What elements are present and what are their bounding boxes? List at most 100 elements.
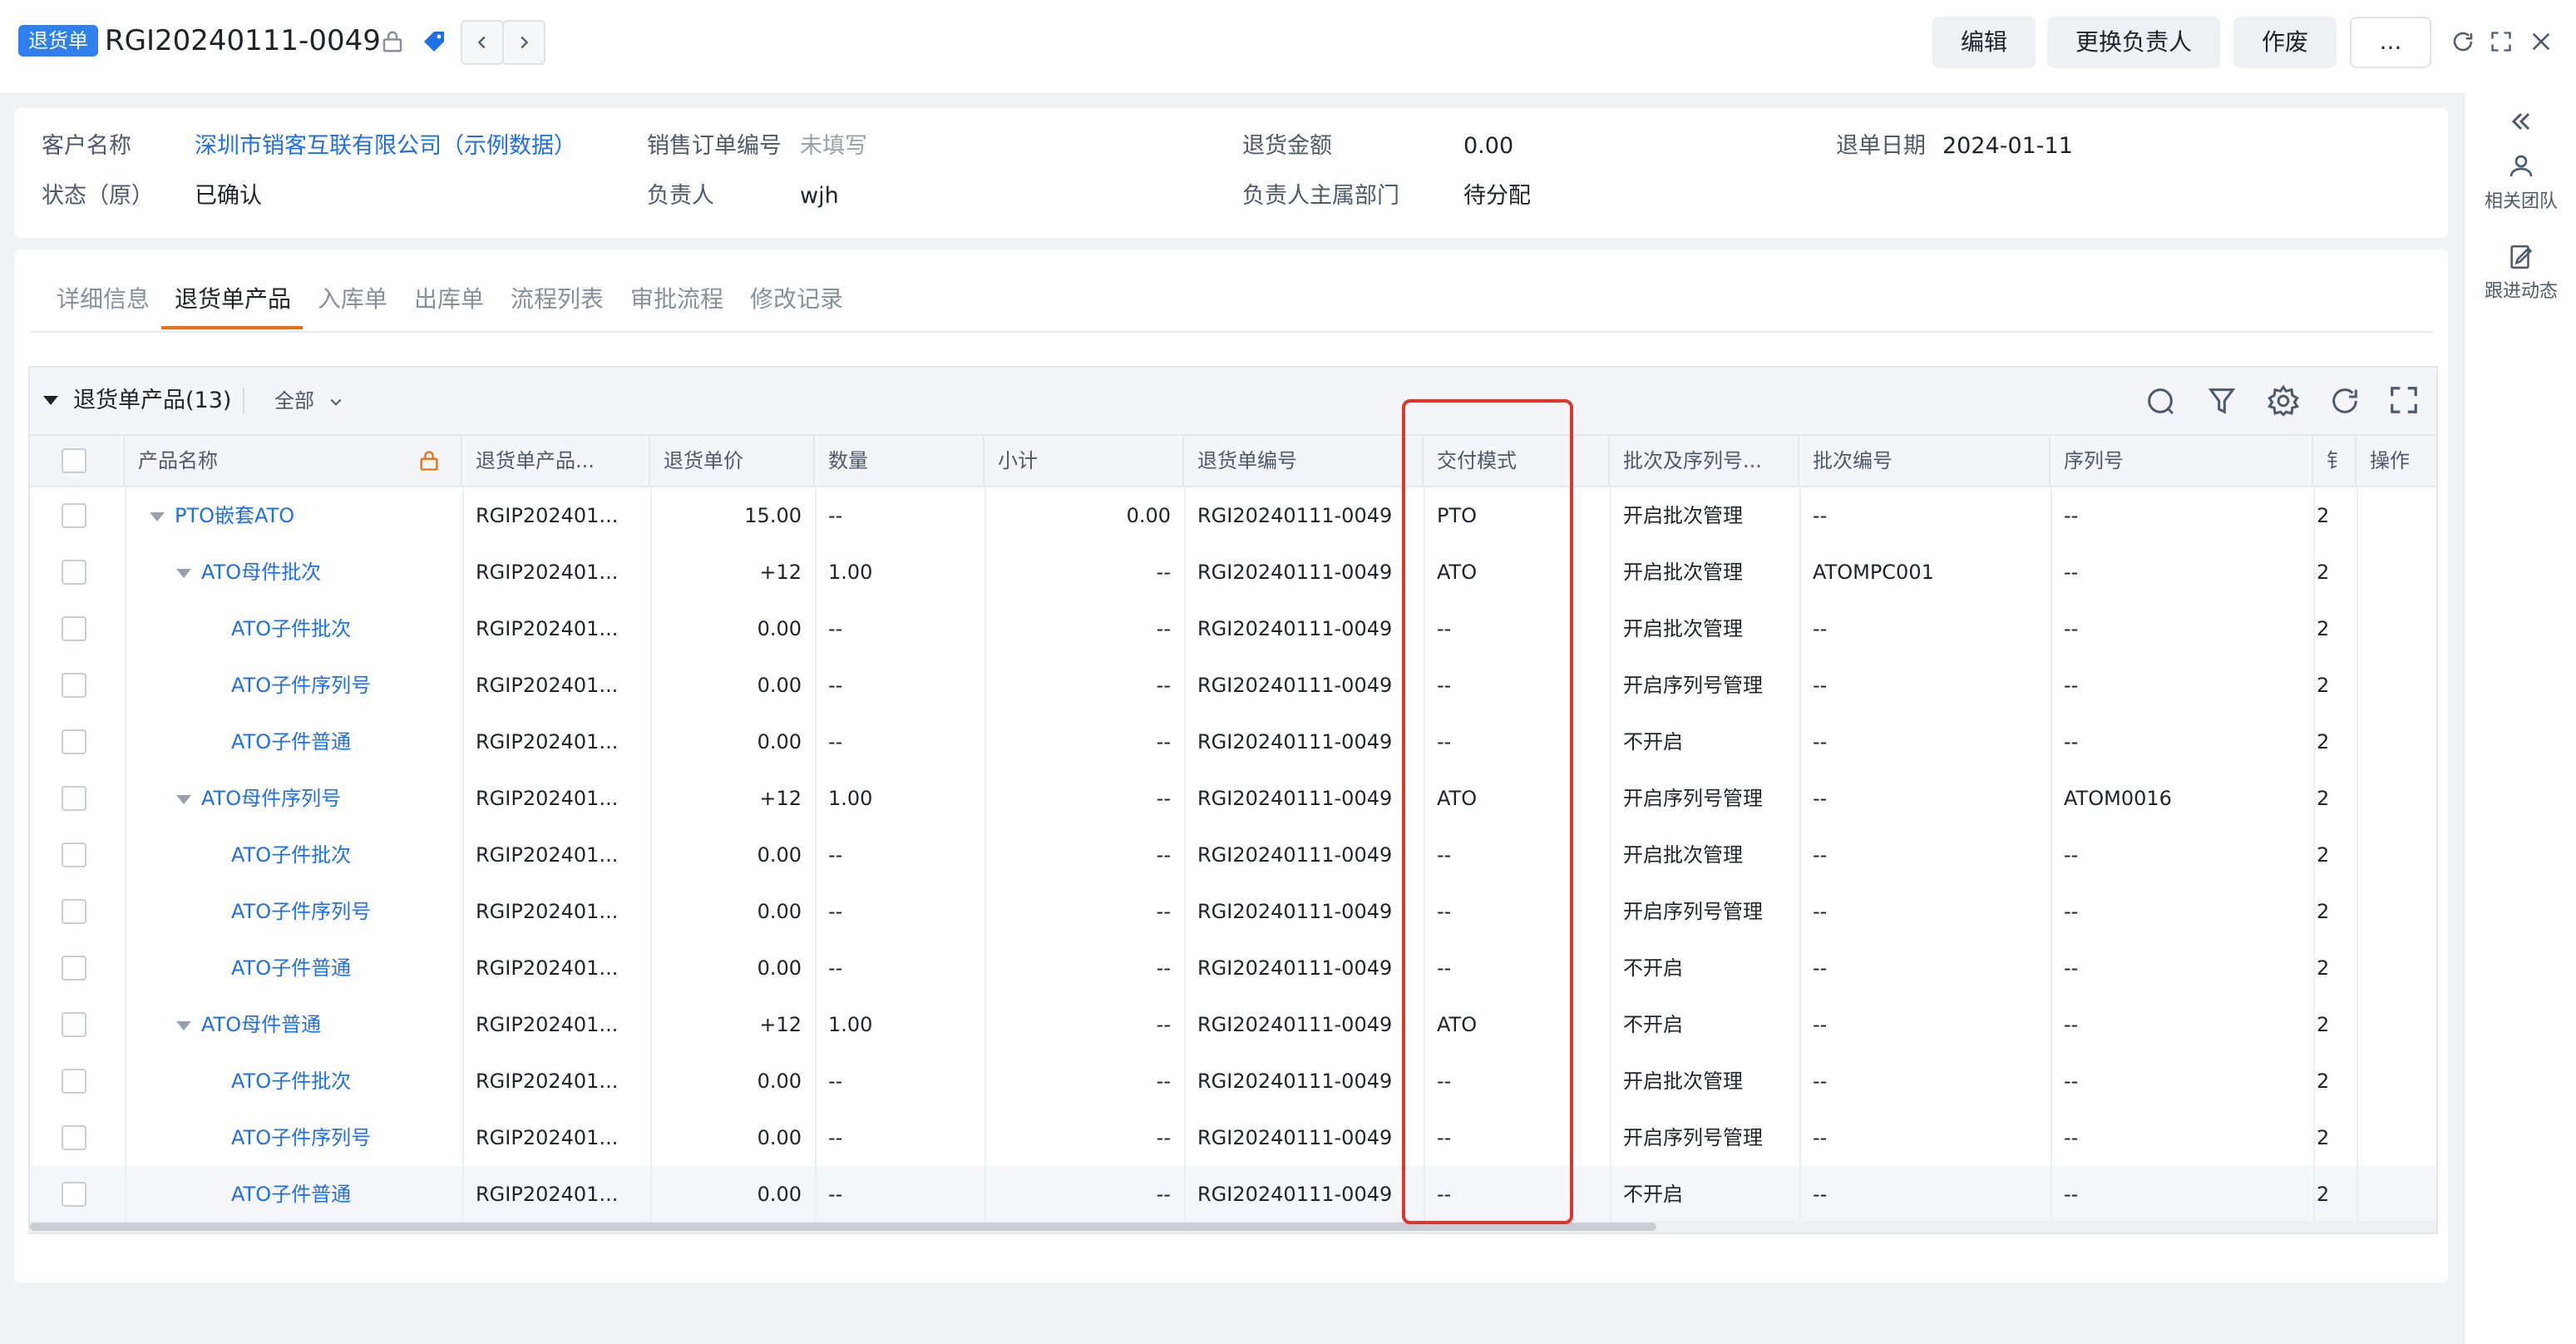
cell-extra[interactable]: 2 [2313, 544, 2356, 600]
tab-change-log[interactable]: 修改记录 [750, 283, 843, 316]
cell-return-doc-no[interactable]: RGI20240111-0049 [1184, 600, 1424, 657]
column-header-return-doc-no[interactable]: 退货单编号 [1184, 436, 1424, 486]
table-row[interactable]: ATO母件序列号 RGIP202401... +12 1.00 -- RGI2024011… [30, 770, 2436, 828]
row-checkbox[interactable] [62, 956, 86, 981]
cell-return-doc-no[interactable]: RGI20240111-0049 [1184, 883, 1424, 940]
search-icon[interactable] [2144, 384, 2177, 418]
cell-return-doc-no[interactable]: RGI20240111-0049 [1184, 996, 1424, 1053]
cell-return-doc-no[interactable]: RGI20240111-0049 [1184, 544, 1424, 600]
cell-extra[interactable]: 2 [2313, 827, 2356, 883]
product-name-link[interactable]: ATO子件普通 [231, 730, 351, 754]
next-record-button[interactable] [502, 20, 545, 65]
cell-return-doc-no[interactable]: RGI20240111-0049 [1184, 714, 1424, 770]
column-header-extra[interactable]: 钅 [2313, 436, 2356, 486]
cell-extra[interactable]: 2 [2313, 714, 2356, 770]
cell-product-name[interactable]: ATO子件批次 [125, 1053, 462, 1109]
cell-serial-no[interactable]: ATOM0016 [2050, 770, 2313, 827]
cell-return-doc-no[interactable]: RGI20240111-0049 [1184, 1053, 1424, 1109]
edit-button[interactable]: 编辑 [1932, 17, 2036, 68]
product-name-link[interactable]: ATO子件批次 [231, 1070, 351, 1093]
column-header-actions[interactable]: 操作 [2356, 436, 2436, 486]
column-lock-icon[interactable] [417, 449, 441, 476]
select-all-checkbox[interactable] [62, 448, 86, 473]
prev-record-button[interactable] [461, 20, 504, 65]
cell-product-name[interactable]: ATO子件普通 [125, 940, 462, 996]
collapse-caret-icon[interactable] [43, 396, 58, 405]
column-header-product-name[interactable]: 产品名称 [125, 436, 462, 486]
cell-product-name[interactable]: ATO子件序列号 [125, 1109, 462, 1166]
cell-product-name[interactable]: PTO嵌套ATO [125, 487, 462, 544]
tree-toggle-icon[interactable] [150, 511, 165, 521]
table-row[interactable]: ATO子件序列号 RGIP202401... 0.00 -- -- RGI20240111… [30, 1109, 2436, 1168]
change-owner-button[interactable]: 更换负责人 [2047, 17, 2220, 68]
row-checkbox[interactable] [62, 842, 86, 867]
row-checkbox[interactable] [62, 560, 86, 585]
table-row[interactable]: ATO子件批次 RGIP202401... 0.00 -- -- RGI20240111-… [30, 827, 2436, 885]
tree-toggle-icon[interactable] [176, 568, 191, 578]
cell-return-doc-no[interactable]: RGI20240111-0049 [1184, 657, 1424, 714]
row-checkbox[interactable] [62, 899, 86, 924]
tag-icon[interactable] [417, 25, 451, 58]
cell-product-name[interactable]: ATO子件普通 [125, 1166, 462, 1223]
tree-toggle-icon[interactable] [176, 1020, 191, 1030]
product-name-link[interactable]: ATO子件批次 [231, 843, 351, 867]
cell-product-name[interactable]: ATO子件批次 [125, 600, 462, 657]
product-name-link[interactable]: ATO子件批次 [231, 617, 351, 640]
table-row[interactable]: ATO子件普通 RGIP202401... 0.00 -- -- RGI20240111-… [30, 940, 2436, 998]
tree-toggle-icon[interactable] [176, 794, 191, 804]
customer-link[interactable]: 深圳市销客互联有限公司（示例数据） [195, 130, 576, 163]
column-header-subtotal[interactable]: 小计 [985, 436, 1184, 486]
cell-extra[interactable]: 2 [2313, 487, 2356, 544]
product-name-link[interactable]: ATO子件序列号 [231, 674, 371, 697]
table-row[interactable]: ATO子件序列号 RGIP202401... 0.00 -- -- RGI20240111… [30, 657, 2436, 715]
follow-up-entry[interactable]: 跟进动态 [2465, 243, 2576, 303]
product-name-link[interactable]: ATO子件序列号 [231, 900, 371, 923]
settings-icon[interactable] [2267, 384, 2300, 418]
cell-extra[interactable]: 2 [2313, 770, 2356, 827]
tab-process-list[interactable]: 流程列表 [511, 283, 604, 316]
close-icon[interactable] [2524, 25, 2558, 58]
column-header-batch-serial-mgmt[interactable]: 批次及序列号... [1610, 436, 1799, 486]
column-header-serial-no[interactable]: 序列号 [2050, 436, 2313, 486]
row-checkbox[interactable] [62, 1012, 86, 1037]
cell-return-doc-no[interactable]: RGI20240111-0049 [1184, 770, 1424, 827]
table-row[interactable]: ATO母件批次 RGIP202401... +12 1.00 -- RGI20240111… [30, 544, 2436, 602]
cell-extra[interactable]: 2 [2313, 600, 2356, 657]
expand-icon[interactable] [2485, 25, 2518, 58]
row-checkbox[interactable] [62, 786, 86, 811]
grid-refresh-icon[interactable] [2328, 384, 2361, 418]
product-name-link[interactable]: ATO母件序列号 [201, 787, 341, 810]
table-row[interactable]: ATO子件序列号 RGIP202401... 0.00 -- -- RGI20240111… [30, 883, 2436, 941]
double-chevron-left-icon[interactable] [2506, 106, 2536, 136]
cell-extra[interactable]: 2 [2313, 1053, 2356, 1109]
cell-extra[interactable]: 2 [2313, 996, 2356, 1053]
row-checkbox[interactable] [62, 503, 86, 528]
table-row[interactable]: ATO子件普通 RGIP202401... 0.00 -- -- RGI20240111-… [30, 1166, 2436, 1224]
cell-product-name[interactable]: ATO母件普通 [125, 996, 462, 1053]
column-header-return-line-code[interactable]: 退货单产品... [462, 436, 650, 486]
cell-return-doc-no[interactable]: RGI20240111-0049 [1184, 940, 1424, 996]
void-button[interactable]: 作废 [2233, 17, 2337, 68]
fullscreen-icon[interactable] [2388, 384, 2421, 418]
cell-return-doc-no[interactable]: RGI20240111-0049 [1184, 487, 1424, 544]
tab-inbound[interactable]: 入库单 [318, 283, 387, 316]
lock-icon[interactable] [376, 25, 409, 58]
cell-batch-no[interactable]: ATOMPC001 [1799, 544, 2050, 600]
product-name-link[interactable]: ATO子件普通 [231, 956, 351, 980]
product-name-link[interactable]: ATO子件普通 [231, 1183, 351, 1206]
column-header-batch-no[interactable]: 批次编号 [1799, 436, 2050, 486]
cell-product-name[interactable]: ATO子件普通 [125, 714, 462, 770]
related-team-entry[interactable]: 相关团队 [2465, 151, 2576, 213]
table-row[interactable]: ATO母件普通 RGIP202401... +12 1.00 -- RGI20240111… [30, 996, 2436, 1055]
tab-approval[interactable]: 审批流程 [630, 283, 723, 316]
cell-extra[interactable]: 2 [2313, 657, 2356, 714]
cell-product-name[interactable]: ATO子件批次 [125, 827, 462, 883]
column-header-quantity[interactable]: 数量 [815, 436, 985, 486]
tab-detail-info[interactable]: 详细信息 [57, 283, 150, 316]
cell-extra[interactable]: 2 [2313, 940, 2356, 996]
row-checkbox[interactable] [62, 1182, 86, 1207]
cell-product-name[interactable]: ATO子件序列号 [125, 657, 462, 714]
cell-product-name[interactable]: ATO母件批次 [125, 544, 462, 600]
cell-product-name[interactable]: ATO子件序列号 [125, 883, 462, 940]
row-checkbox[interactable] [62, 729, 86, 754]
